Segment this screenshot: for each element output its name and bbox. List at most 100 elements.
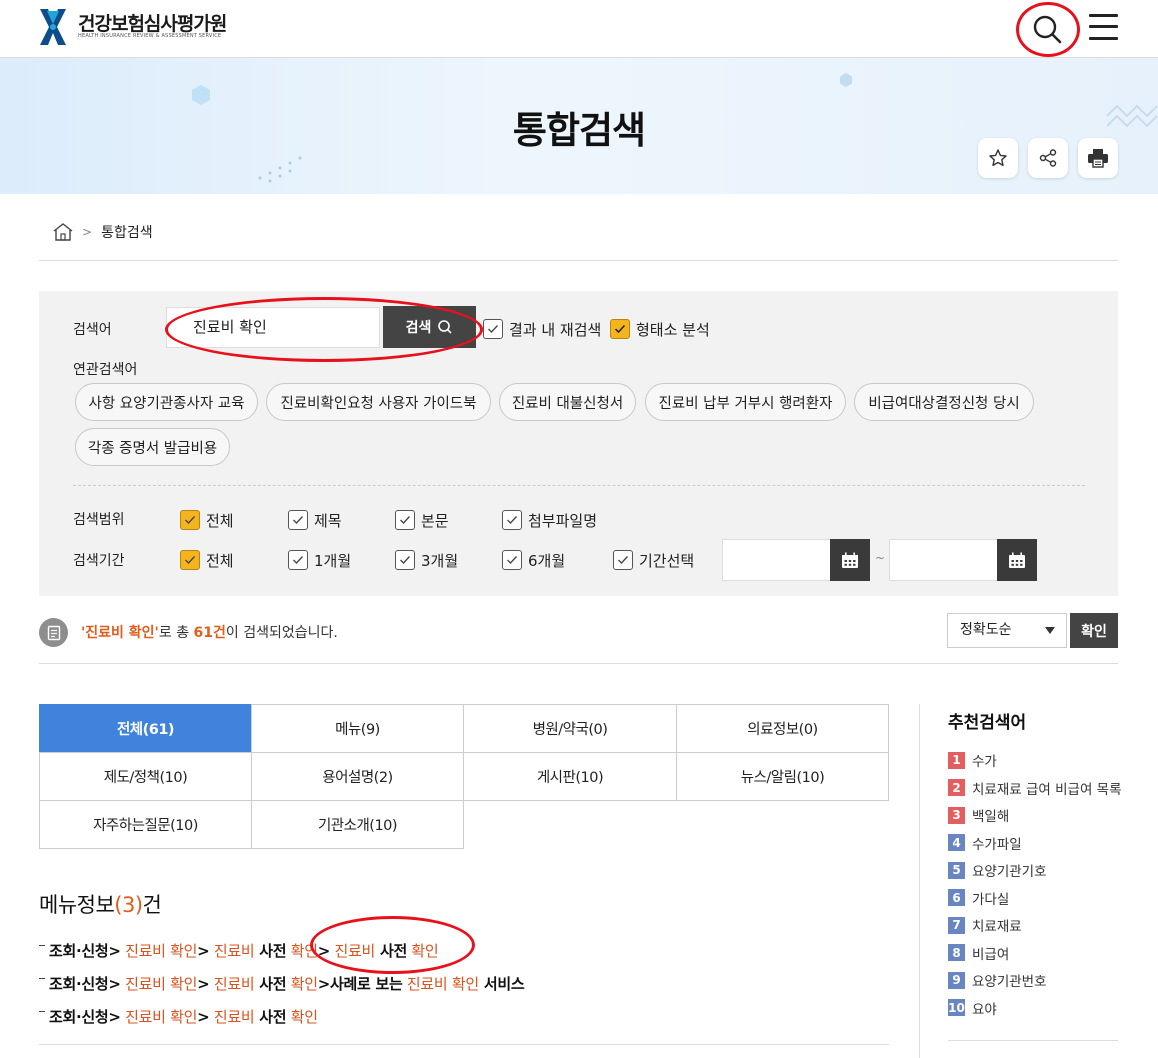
scope-option-checkbox[interactable]: 본문 [395, 509, 449, 531]
menu-info-suffix: 건 [142, 893, 162, 917]
breadcrumb: > 통합검색 [52, 220, 153, 244]
checkbox-label: 6개월 [528, 551, 566, 570]
related-keyword-chip[interactable]: 진료비 대불신청서 [499, 383, 636, 421]
result-path-segment: 진료비 [209, 975, 255, 993]
checkbox-box [502, 510, 522, 530]
research-checkbox[interactable]: 결과 내 재검색 [483, 318, 601, 340]
recommended-keyword[interactable]: 1 수가 [948, 751, 997, 770]
morph-checkbox[interactable]: 형태소 분석 [610, 318, 710, 340]
search-submit-button[interactable]: 검색 [383, 306, 476, 348]
search-input[interactable]: 진료비 확인 [166, 307, 380, 348]
category-tab[interactable]: 자주하는질문(10) [39, 800, 252, 849]
period-option-checkbox[interactable]: 1개월 [288, 549, 351, 571]
checkbox-label: 제목 [314, 511, 342, 530]
recommended-keyword[interactable]: 2 치료재료 급여 비급여 목록 [948, 779, 1122, 798]
rank-badge: 10 [948, 999, 965, 1016]
category-tab[interactable]: 전체(61) [39, 704, 252, 753]
org-name[interactable]: 건강보험심사평가원 [78, 9, 227, 36]
header-search-button[interactable] [1022, 7, 1074, 51]
result-path-segment: > [317, 942, 331, 960]
scope-label: 검색범위 [73, 512, 125, 528]
period-option-checkbox[interactable]: 기간선택 [613, 549, 694, 571]
breadcrumb-current[interactable]: 통합검색 [101, 222, 153, 242]
result-path-segment: 조회·신청> [49, 942, 121, 960]
decor-dots [258, 156, 302, 183]
search-icon [1033, 15, 1062, 44]
rank-badge: 4 [948, 834, 965, 851]
start-date-input[interactable] [722, 539, 832, 581]
related-keyword-chip[interactable]: 각종 증명서 발급비용 [75, 428, 230, 466]
end-date-calendar-button[interactable] [997, 539, 1037, 581]
menu-result-link[interactable]: 조회·신청> 진료비 확인> 진료비 사전 확인> 진료비 사전 확인 [39, 940, 439, 961]
rank-badge: 5 [948, 861, 965, 879]
category-tab[interactable]: 용어설명(2) [251, 752, 464, 801]
menu-result-link[interactable]: 조회·신청> 진료비 확인> 진료비 사전 확인>사례로 보는 진료비 확인 서… [39, 973, 525, 994]
home-icon[interactable] [52, 222, 74, 242]
sort-select[interactable]: 정확도순 [947, 613, 1067, 648]
related-keyword-chip[interactable]: 비급여대상결정신청 당시 [854, 383, 1034, 421]
result-path-segment: 확인 [286, 975, 318, 993]
sidebar-divider [919, 704, 920, 1058]
triangle-down-icon [1045, 627, 1055, 634]
checkbox-label: 전체 [206, 511, 234, 530]
scope-option-checkbox[interactable]: 첨부파일명 [502, 509, 597, 531]
period-option-checkbox[interactable]: 6개월 [502, 549, 565, 571]
result-path-segment: 진료비 [209, 1008, 255, 1026]
rank-badge: 9 [948, 971, 965, 989]
category-tab[interactable]: 의료정보(0) [676, 704, 889, 753]
category-tab[interactable]: 병원/약국(0) [463, 704, 677, 753]
period-option-checkbox[interactable]: 3개월 [395, 549, 458, 571]
checkbox-box [180, 550, 200, 570]
menu-result-link[interactable]: 조회·신청> 진료비 확인> 진료비 사전 확인 [39, 1006, 318, 1027]
bullet-dash [39, 1011, 45, 1012]
hamburger-menu-button[interactable] [1088, 12, 1120, 42]
result-path-segment: > [197, 1008, 210, 1026]
divider [39, 663, 1118, 664]
related-keyword-chip[interactable]: 사항 요양기관종사자 교육 [75, 383, 258, 421]
checkbox-box [613, 550, 633, 570]
recommended-keyword[interactable]: 5 요양기관기호 [948, 861, 1047, 880]
recommended-keyword[interactable]: 4 수가파일 [948, 834, 1022, 853]
category-tab[interactable]: 제도/정책(10) [39, 752, 252, 801]
keyword-label: 가다실 [972, 891, 1010, 908]
category-tab[interactable]: 뉴스/알림(10) [676, 752, 889, 801]
category-tab[interactable]: 메뉴(9) [251, 704, 464, 753]
recommended-keyword[interactable]: 8 비급여 [948, 944, 1009, 963]
start-date-calendar-button[interactable] [830, 539, 870, 581]
divider [948, 1040, 1118, 1041]
result-path-segment: 사전 [375, 942, 407, 960]
recommended-keyword[interactable]: 9 요양기관번호 [948, 971, 1047, 990]
sort-confirm-button[interactable]: 확인 [1070, 613, 1118, 648]
keyword-label: 수가 [972, 754, 997, 770]
recommended-keyword[interactable]: 7 치료재료 [948, 916, 1022, 935]
period-option-checkbox[interactable]: 전체 [180, 549, 234, 571]
end-date-input[interactable] [889, 539, 999, 581]
star-icon [989, 149, 1007, 167]
summary-count: 61건 [193, 625, 226, 641]
related-keyword-chip[interactable]: 진료비 납부 거부시 행려환자 [645, 383, 846, 421]
bookmark-button[interactable] [978, 138, 1018, 178]
result-path-segment: 진료비 확인 [120, 942, 198, 960]
checkbox-label: 본문 [421, 511, 449, 530]
recommended-keyword[interactable]: 6 가다실 [948, 889, 1010, 908]
rank-badge: 3 [948, 806, 965, 824]
keyword-label: 치료재료 급여 비급여 목록 [972, 781, 1122, 798]
summary-mid: 로 총 [158, 625, 194, 641]
recommended-keyword[interactable]: 3 백일해 [948, 806, 1009, 825]
category-tab[interactable]: 게시판(10) [463, 752, 677, 801]
share-icon [1039, 149, 1057, 167]
logo-icon[interactable] [38, 7, 68, 47]
category-tab[interactable]: 기관소개(10) [251, 800, 464, 849]
scope-option-checkbox[interactable]: 제목 [288, 509, 342, 531]
share-button[interactable] [1028, 138, 1068, 178]
print-button[interactable] [1078, 138, 1118, 178]
result-summary: '진료비 확인'로 총 61건이 검색되었습니다. [81, 622, 338, 642]
scope-option-checkbox[interactable]: 전체 [180, 509, 234, 531]
related-keyword-chip[interactable]: 진료비확인요청 사용자 가이드북 [266, 383, 491, 421]
result-path-segment: 확인 [286, 942, 318, 960]
period-label: 검색기간 [73, 553, 125, 569]
recommended-keyword[interactable]: 10 요야 [948, 999, 997, 1018]
site-header: 건강보험심사평가원 HEALTH INSURANCE REVIEW & ASSE… [0, 0, 1158, 58]
result-path-segment: 진료비 확인 [120, 1008, 198, 1026]
checkbox-box [395, 550, 415, 570]
